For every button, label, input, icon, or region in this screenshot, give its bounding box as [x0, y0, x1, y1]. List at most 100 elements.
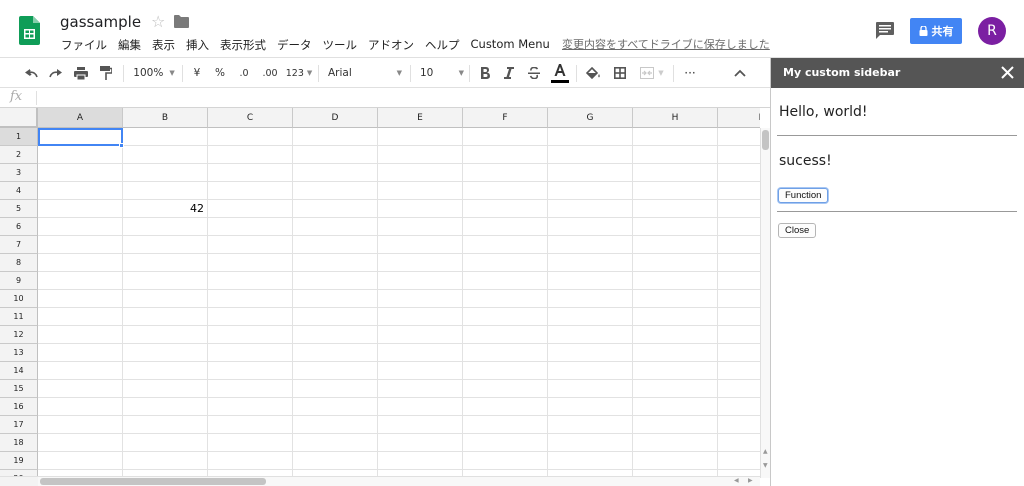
grid-cell[interactable]: [293, 326, 378, 344]
grid-cell[interactable]: [208, 344, 293, 362]
grid-cell[interactable]: [208, 272, 293, 290]
grid-cell[interactable]: [123, 146, 208, 164]
save-status-link[interactable]: 変更内容をすべてドライブに保存しました: [562, 36, 770, 52]
grid-cell[interactable]: [293, 164, 378, 182]
grid-cell[interactable]: [463, 218, 548, 236]
function-button[interactable]: Function: [778, 188, 829, 203]
grid-cell[interactable]: [633, 434, 718, 452]
grid-cell[interactable]: [548, 272, 633, 290]
grid-cell[interactable]: [463, 290, 548, 308]
row-header[interactable]: 18: [0, 434, 38, 452]
grid-cell[interactable]: [293, 308, 378, 326]
grid-cell[interactable]: [378, 254, 463, 272]
star-icon[interactable]: ☆: [151, 12, 165, 31]
grid-cell[interactable]: [463, 452, 548, 470]
document-title[interactable]: gassample: [60, 13, 141, 31]
grid-cell[interactable]: [123, 326, 208, 344]
row-header[interactable]: 13: [0, 344, 38, 362]
vertical-scrollbar[interactable]: ▲ ▼: [760, 128, 770, 478]
row-header[interactable]: 15: [0, 380, 38, 398]
grid-cell[interactable]: [718, 326, 760, 344]
column-header[interactable]: F: [463, 108, 548, 128]
borders-icon[interactable]: [610, 58, 630, 88]
grid-cell[interactable]: [378, 236, 463, 254]
menu-tools[interactable]: ツール: [323, 37, 358, 53]
grid-cell[interactable]: [123, 362, 208, 380]
grid-cell[interactable]: [463, 398, 548, 416]
grid-cell[interactable]: [38, 362, 123, 380]
avatar[interactable]: R: [978, 17, 1006, 45]
grid-cell[interactable]: [378, 416, 463, 434]
grid-cell[interactable]: [378, 326, 463, 344]
grid-cell[interactable]: [463, 182, 548, 200]
grid-cell[interactable]: [378, 308, 463, 326]
grid-cell[interactable]: [548, 452, 633, 470]
redo-icon[interactable]: [45, 58, 67, 88]
grid-cell[interactable]: [38, 380, 123, 398]
grid-cell[interactable]: [208, 236, 293, 254]
spreadsheet-grid[interactable]: ABCDEFGHI1234542678910111213141516171819…: [0, 108, 760, 478]
scroll-right-icon[interactable]: ▶: [748, 477, 753, 484]
grid-cell[interactable]: [208, 182, 293, 200]
grid-cell[interactable]: [718, 254, 760, 272]
share-button[interactable]: 共有: [910, 18, 962, 44]
grid-cell[interactable]: [718, 236, 760, 254]
menu-view[interactable]: 表示: [152, 37, 175, 53]
more-options-button[interactable]: ···: [680, 58, 700, 88]
scroll-down-icon[interactable]: ▼: [763, 462, 768, 469]
select-all-corner[interactable]: [0, 108, 38, 128]
grid-cell[interactable]: [463, 200, 548, 218]
grid-cell[interactable]: [123, 344, 208, 362]
menu-addons[interactable]: アドオン: [368, 37, 414, 53]
grid-cell[interactable]: [208, 452, 293, 470]
print-icon[interactable]: [70, 58, 92, 88]
row-header[interactable]: 17: [0, 416, 38, 434]
grid-cell[interactable]: [463, 362, 548, 380]
grid-cell[interactable]: 42: [123, 200, 208, 218]
grid-cell[interactable]: [293, 128, 378, 146]
grid-cell[interactable]: [293, 272, 378, 290]
grid-cell[interactable]: [548, 128, 633, 146]
grid-cell[interactable]: [548, 344, 633, 362]
grid-cell[interactable]: [548, 164, 633, 182]
close-button[interactable]: Close: [778, 223, 817, 238]
grid-cell[interactable]: [293, 254, 378, 272]
undo-icon[interactable]: [20, 58, 42, 88]
grid-cell[interactable]: [208, 146, 293, 164]
grid-cell[interactable]: [718, 416, 760, 434]
grid-cell[interactable]: [38, 416, 123, 434]
grid-cell[interactable]: [463, 380, 548, 398]
grid-cell[interactable]: [123, 182, 208, 200]
grid-cell[interactable]: [463, 344, 548, 362]
grid-cell[interactable]: [208, 308, 293, 326]
grid-cell[interactable]: [38, 236, 123, 254]
row-header[interactable]: 9: [0, 272, 38, 290]
grid-cell[interactable]: [463, 128, 548, 146]
column-header[interactable]: C: [208, 108, 293, 128]
italic-icon[interactable]: [500, 58, 518, 88]
horizontal-scroll-thumb[interactable]: [40, 478, 266, 485]
grid-cell[interactable]: [548, 308, 633, 326]
decrease-decimal-button[interactable]: .0: [234, 58, 254, 88]
grid-cell[interactable]: [548, 380, 633, 398]
grid-cell[interactable]: [378, 200, 463, 218]
grid-cell[interactable]: [633, 182, 718, 200]
grid-cell[interactable]: [633, 290, 718, 308]
menu-format[interactable]: 表示形式: [220, 37, 266, 53]
merge-cells-icon[interactable]: ▼: [637, 58, 667, 88]
grid-cell[interactable]: [718, 128, 760, 146]
font-select[interactable]: Arial ▼: [328, 58, 402, 88]
currency-button[interactable]: ¥: [189, 58, 205, 88]
grid-cell[interactable]: [38, 344, 123, 362]
menu-edit[interactable]: 編集: [118, 37, 141, 53]
grid-cell[interactable]: [378, 398, 463, 416]
grid-cell[interactable]: [293, 380, 378, 398]
grid-cell[interactable]: [633, 416, 718, 434]
grid-cell[interactable]: [463, 254, 548, 272]
comment-icon[interactable]: [876, 22, 894, 39]
font-size-select[interactable]: 10 ▼: [420, 58, 464, 88]
grid-cell[interactable]: [718, 452, 760, 470]
grid-cell[interactable]: [38, 308, 123, 326]
grid-cell[interactable]: [38, 164, 123, 182]
grid-cell[interactable]: [208, 326, 293, 344]
